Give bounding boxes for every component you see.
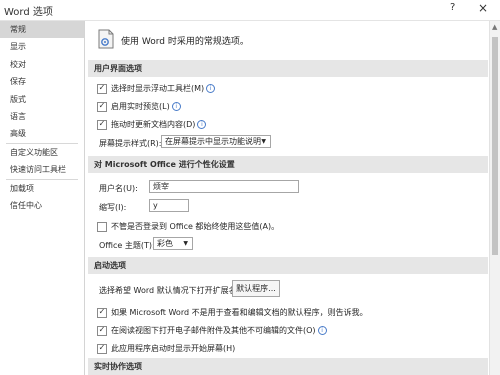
info-icon[interactable]: i <box>206 84 216 93</box>
option-label: 在阅读视图下打开电子邮件附件及其他不可编辑的文件(O) <box>111 326 316 335</box>
sidebar-item-general[interactable]: 常规 <box>0 21 84 39</box>
checkbox-floating-toolbar[interactable]: ✓ <box>97 82 107 94</box>
sidebar-item-language[interactable]: 语言 <box>0 108 84 125</box>
checkmark-icon: ✓ <box>98 324 106 334</box>
extension-label: 选择希望 Word 默认情况下打开扩展名: <box>99 286 240 295</box>
option-reading-view[interactable]: ✓ 在阅读视图下打开电子邮件附件及其他不可编辑的文件(O) i <box>97 325 327 336</box>
checkbox-start-screen[interactable]: ✓ <box>97 342 107 354</box>
checkmark-icon: ✓ <box>98 82 106 92</box>
option-label: 启用实时预览(L) <box>111 102 170 111</box>
option-label: 如果 Microsoft Word 不是用于查看和编辑文档的默认程序，则告诉我。 <box>111 308 368 317</box>
sidebar-item-customize-ribbon[interactable]: 自定义功能区 <box>0 144 84 161</box>
sidebar-item-quick-access[interactable]: 快速访问工具栏 <box>0 161 84 178</box>
vertical-scrollbar[interactable]: ▲ <box>489 21 500 375</box>
checkbox-always-use[interactable] <box>97 221 107 232</box>
section-personalize: 对 Microsoft Office 进行个性化设置 <box>88 156 488 173</box>
section-collaboration: 实时协作选项 <box>88 358 488 375</box>
info-icon[interactable]: i <box>317 326 327 335</box>
default-programs-button[interactable]: 默认程序... <box>232 280 280 297</box>
checkmark-icon: ✓ <box>98 100 106 110</box>
checkmark-icon: ✓ <box>98 342 106 352</box>
settings-document-icon <box>98 29 114 49</box>
info-icon[interactable]: i <box>197 120 207 129</box>
theme-select[interactable]: 彩色 ▼ <box>153 237 193 250</box>
sidebar-item-proofing[interactable]: 校对 <box>0 56 84 73</box>
intro-text: 使用 Word 时采用的常规选项。 <box>121 37 249 47</box>
option-label: 此应用程序启动时显示开始屏幕(H) <box>111 344 236 353</box>
section-startup: 启动选项 <box>88 257 488 274</box>
option-label: 拖动时更新文档内容(D) <box>111 120 196 129</box>
option-label: 选择时显示浮动工具栏(M) <box>111 84 205 93</box>
select-value: 在屏幕提示中显示功能说明 <box>165 137 261 146</box>
sidebar-item-display[interactable]: 显示 <box>0 38 84 55</box>
option-floating-toolbar[interactable]: ✓ 选择时显示浮动工具栏(M) i <box>97 82 216 94</box>
chevron-down-icon: ▼ <box>183 240 188 247</box>
initials-field[interactable]: y <box>149 199 189 212</box>
sidebar-item-trust-center[interactable]: 信任中心 <box>0 197 84 214</box>
tooltip-style-select[interactable]: 在屏幕提示中显示功能说明 ▼ <box>161 135 271 148</box>
window-title: Word 选项 <box>4 7 53 18</box>
option-always-use[interactable]: 不管是否登录到 Office 都始终使用这些值(A)。 <box>97 221 279 232</box>
option-start-screen[interactable]: ✓ 此应用程序启动时显示开始屏幕(H) <box>97 343 235 354</box>
checkmark-icon: ✓ <box>98 306 106 316</box>
checkbox-live-preview[interactable]: ✓ <box>97 100 107 112</box>
tooltip-style-label: 屏幕提示样式(R): <box>99 139 162 148</box>
sidebar: 常规 显示 校对 保存 版式 语言 高级 自定义功能区 快速访问工具栏 加载项 … <box>0 21 85 375</box>
section-ui-options: 用户界面选项 <box>88 60 488 77</box>
username-field[interactable]: 烦宰 <box>149 180 299 193</box>
close-button[interactable]: × <box>478 1 488 15</box>
checkbox-default-program[interactable]: ✓ <box>97 306 107 318</box>
initials-label: 缩写(I): <box>99 203 127 212</box>
title-bar: Word 选项 ? × <box>0 0 500 21</box>
option-update-drag[interactable]: ✓ 拖动时更新文档内容(D) i <box>97 118 207 130</box>
username-label: 用户名(U): <box>99 184 138 193</box>
help-button[interactable]: ? <box>450 2 455 13</box>
checkbox-update-drag[interactable]: ✓ <box>97 118 107 130</box>
checkmark-icon: ✓ <box>98 118 106 128</box>
options-content: 使用 Word 时采用的常规选项。 用户界面选项 ✓ 选择时显示浮动工具栏(M) i… <box>85 21 488 375</box>
scrollbar-thumb[interactable] <box>492 37 498 255</box>
chevron-down-icon: ▼ <box>261 138 266 145</box>
option-default-program[interactable]: ✓ 如果 Microsoft Word 不是用于查看和编辑文档的默认程序，则告诉我… <box>97 307 368 318</box>
scroll-up-icon[interactable]: ▲ <box>492 23 497 31</box>
theme-label: Office 主题(T): <box>99 241 155 250</box>
select-value: 彩色 <box>157 239 173 248</box>
info-icon[interactable]: i <box>171 102 181 111</box>
option-label: 不管是否登录到 Office 都始终使用这些值(A)。 <box>111 222 280 231</box>
option-live-preview[interactable]: ✓ 启用实时预览(L) i <box>97 101 181 112</box>
sidebar-item-save[interactable]: 保存 <box>0 73 84 90</box>
sidebar-item-addins[interactable]: 加载项 <box>0 180 84 197</box>
sidebar-item-layout[interactable]: 版式 <box>0 91 84 108</box>
sidebar-item-advanced[interactable]: 高级 <box>0 125 84 142</box>
checkbox-reading-view[interactable]: ✓ <box>97 324 107 336</box>
